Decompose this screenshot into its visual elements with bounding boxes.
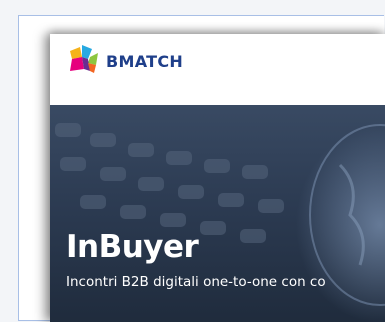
hero-banner: InBuyer Incontri B2B digitali one-to-one…: [50, 105, 385, 322]
hero-title: InBuyer: [66, 229, 199, 265]
site-card: BMATCH InBuyer Incontri B2B digitali one…: [50, 34, 385, 322]
brand-logo[interactable]: BMATCH: [64, 41, 183, 81]
brand-name: BMATCH: [106, 51, 184, 71]
site-header: BMATCH: [50, 34, 385, 105]
colorful-puzzle-star-icon: [70, 45, 98, 73]
hero-subtitle: Incontri B2B digitali one-to-one con co: [66, 274, 326, 290]
